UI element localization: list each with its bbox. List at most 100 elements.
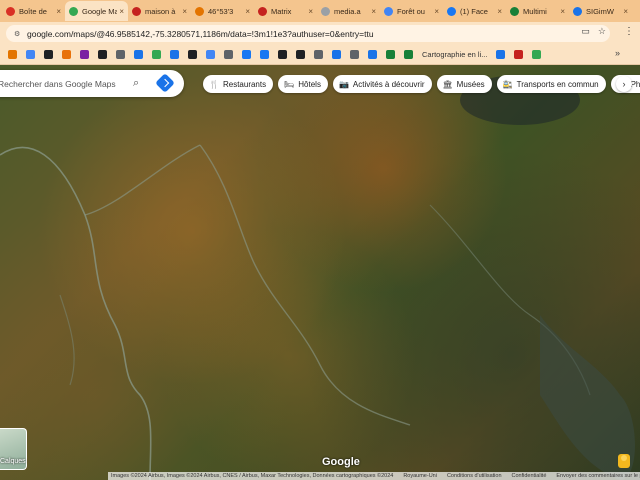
bookmark-icon[interactable] xyxy=(514,49,524,59)
search-input[interactable] xyxy=(0,78,128,89)
bookmark-icon[interactable] xyxy=(206,49,215,59)
tab-favicon-icon xyxy=(258,6,267,16)
bookmark-icon[interactable] xyxy=(62,49,71,59)
footer-link[interactable]: Conditions d'utilisation xyxy=(447,473,502,479)
bookmark-star-icon[interactable]: ☆ xyxy=(598,26,606,37)
browser-menu-icon[interactable]: ⋮ xyxy=(624,26,634,37)
tab-favicon-icon xyxy=(447,6,456,16)
tab-title: (1) Face xyxy=(460,6,488,16)
bookmark-icon[interactable] xyxy=(386,49,395,59)
tab-favicon-icon xyxy=(6,6,15,16)
url-field[interactable]: ⚙ google.com/maps/@46.9585142,-75.328057… xyxy=(6,25,610,42)
bookmark-cartographie[interactable]: Cartographie en li... xyxy=(422,50,487,59)
tab-title: Matrix xyxy=(271,6,292,16)
directions-icon[interactable] xyxy=(155,73,175,93)
chip-transit[interactable]: 🚉 Transports en commun xyxy=(496,75,606,93)
browser-tab[interactable]: Matrix × xyxy=(254,1,317,21)
footer-link[interactable]: Envoyer des commentaires sur le produit xyxy=(556,473,640,479)
footer-link[interactable]: Confidentialité xyxy=(512,473,547,479)
tab-title: Forêt ou xyxy=(397,6,425,16)
bookmark-label: Cartographie en li... xyxy=(422,49,488,59)
tab-close-icon[interactable]: × xyxy=(497,7,502,16)
bookmark-icon[interactable] xyxy=(44,49,53,59)
browser-tab[interactable]: Forêt ou × xyxy=(380,1,443,21)
chip-museum[interactable]: 🏛 Musées xyxy=(436,75,492,93)
chip-label: Hôtels xyxy=(298,79,321,89)
tab-close-icon[interactable]: × xyxy=(371,7,376,16)
browser-tab[interactable]: Boîte de × xyxy=(2,1,65,21)
chip-label: Pharma xyxy=(630,79,640,89)
browser-tab[interactable]: media.a × xyxy=(317,1,380,21)
bookmark-icon[interactable] xyxy=(242,49,251,59)
tab-favicon-icon xyxy=(321,6,330,16)
bookmark-icon[interactable] xyxy=(260,49,269,59)
bookmark-icon[interactable] xyxy=(170,49,179,59)
bookmark-icon[interactable] xyxy=(224,49,233,59)
chip-bed[interactable]: 🛏 Hôtels xyxy=(278,75,328,93)
bookmark-icon[interactable] xyxy=(152,49,161,59)
chips-next-button[interactable]: › xyxy=(616,76,632,92)
tab-close-icon[interactable]: × xyxy=(308,7,313,16)
tab-close-icon[interactable]: × xyxy=(119,7,124,16)
search-icon[interactable]: ⌕ xyxy=(133,77,139,90)
browser-tab[interactable]: (1) Face × xyxy=(443,1,506,21)
chip-fork-knife[interactable]: 🍴 Restaurants xyxy=(203,75,274,93)
tab-bar: Boîte de×Google Maps×maison à×46°53'3×Ma… xyxy=(0,0,640,22)
browser-tab[interactable]: 46°53'3 × xyxy=(191,1,254,21)
bookmark-icon[interactable] xyxy=(404,49,413,59)
transit-icon: 🚉 xyxy=(502,79,513,89)
tab-title: 46°53'3 xyxy=(208,6,234,16)
site-info-icon[interactable]: ⚙ xyxy=(14,30,22,38)
tab-title: Boîte de xyxy=(19,6,47,16)
bookmark-icon[interactable] xyxy=(368,49,377,59)
layers-button[interactable]: Calques xyxy=(0,428,27,470)
tab-favicon-icon xyxy=(573,6,582,16)
tab-close-icon[interactable]: × xyxy=(245,7,250,16)
tab-close-icon[interactable]: × xyxy=(56,7,61,16)
bookmark-icon[interactable] xyxy=(496,49,506,59)
bookmark-icon[interactable] xyxy=(532,49,542,59)
tab-close-icon[interactable]: × xyxy=(182,7,187,16)
chip-label: Musées xyxy=(456,79,485,89)
tab-close-icon[interactable]: × xyxy=(623,7,628,16)
footer-link[interactable]: Royaume-Uni xyxy=(403,473,437,479)
bookmark-icon[interactable] xyxy=(314,49,323,59)
tab-favicon-icon xyxy=(510,6,519,16)
street-view-pegman-icon[interactable] xyxy=(618,454,630,468)
browser-tab[interactable]: Google Maps× xyxy=(65,1,128,21)
url-text: google.com/maps/@46.9585142,-75.3280571,… xyxy=(27,28,374,39)
bed-icon: 🛏 xyxy=(284,79,295,89)
bookmark-icon[interactable] xyxy=(188,49,197,59)
bookmark-icon[interactable] xyxy=(98,49,107,59)
bookmark-icon[interactable] xyxy=(116,49,125,59)
satellite-map[interactable] xyxy=(0,65,640,480)
chip-camera[interactable]: 📷 Activités à découvrir xyxy=(332,75,432,93)
browser-tab[interactable]: Multimi × xyxy=(506,1,569,21)
bookmark-icon[interactable] xyxy=(26,49,35,59)
tab-favicon-icon xyxy=(384,6,393,16)
chip-label: Restaurants xyxy=(222,79,267,89)
browser-tab[interactable]: SIGimW × xyxy=(569,1,632,21)
tab-close-icon[interactable]: × xyxy=(434,7,439,16)
bookmark-icon[interactable] xyxy=(296,49,305,59)
fork-knife-icon: 🍴 xyxy=(209,79,219,89)
bookmarks-bar: Cartographie en li... xyxy=(0,44,640,65)
bookmarks-more-button[interactable]: » xyxy=(615,48,620,58)
bookmark-icon[interactable] xyxy=(332,49,341,59)
bookmark-icon[interactable] xyxy=(80,49,89,59)
museum-icon: 🏛 xyxy=(442,79,453,89)
tab-close-icon[interactable]: × xyxy=(560,7,565,16)
cast-icon[interactable]: ▭ xyxy=(581,26,590,37)
tab-favicon-icon xyxy=(195,6,204,16)
search-box: ⌕ xyxy=(0,70,184,97)
camera-icon: 📷 xyxy=(338,79,349,89)
bookmark-icon[interactable] xyxy=(278,49,287,59)
bookmark-icon[interactable] xyxy=(350,49,359,59)
bookmark-icon[interactable] xyxy=(8,49,17,59)
bookmark-icon[interactable] xyxy=(134,49,143,59)
browser-tab[interactable]: maison à × xyxy=(128,1,191,21)
google-logo: Google xyxy=(322,456,360,468)
map-footer: Images ©2024 Airbus, Images ©2024 Airbus… xyxy=(108,472,640,480)
tab-title: SIGimW xyxy=(586,6,614,16)
layers-label: Calques xyxy=(0,458,26,465)
